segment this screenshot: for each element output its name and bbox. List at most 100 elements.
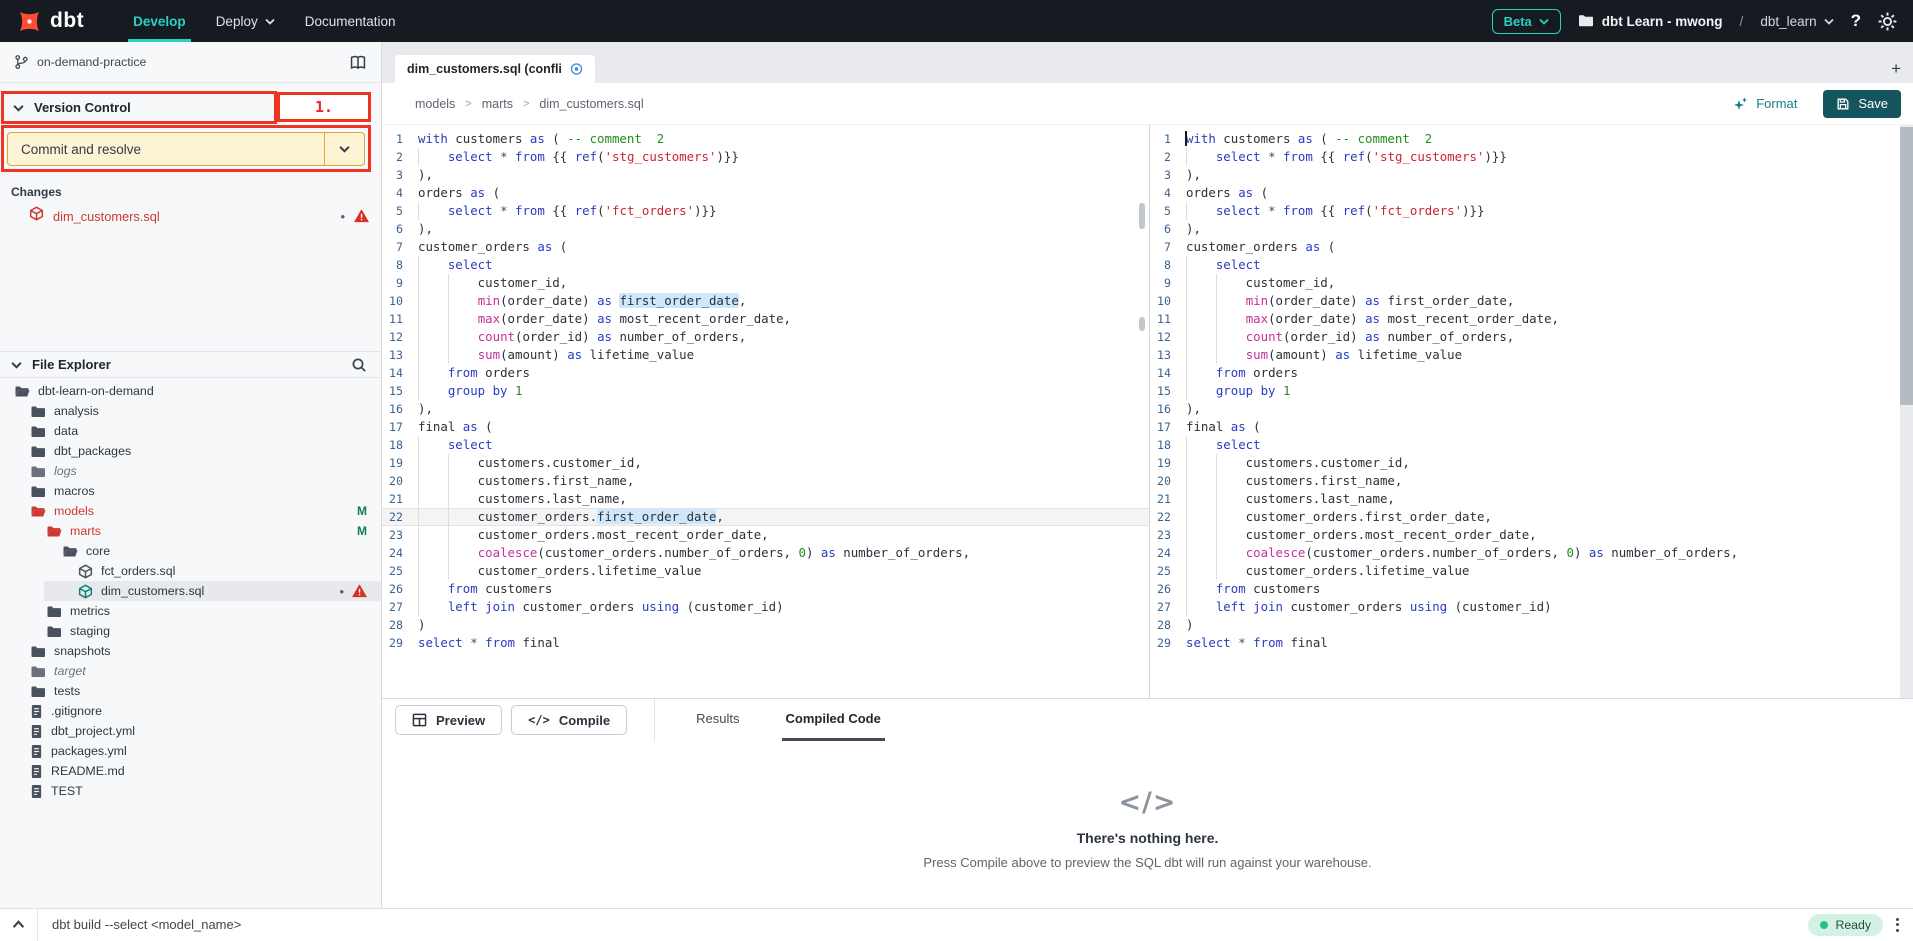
tree-item-metrics[interactable]: metrics xyxy=(0,601,381,621)
code-line-19: 19 customers.customer_id, xyxy=(382,454,1149,472)
docs-book-icon[interactable] xyxy=(349,55,367,70)
kebab-menu-icon[interactable] xyxy=(1896,918,1899,932)
code-line-7: 7customer_orders as ( xyxy=(1150,238,1913,256)
conflict-warning-icon xyxy=(352,584,367,598)
tree-item-tests[interactable]: tests xyxy=(0,681,381,701)
tree-item-macros[interactable]: macros xyxy=(0,481,381,501)
tree-item-models[interactable]: modelsM xyxy=(0,501,381,521)
changes-title: Changes xyxy=(11,185,62,199)
tab-compiled-code[interactable]: Compiled Code xyxy=(782,699,885,741)
search-icon[interactable] xyxy=(351,357,367,373)
tree-item-dbt-project-yml[interactable]: dbt_project.yml xyxy=(0,721,381,741)
nav-item-deploy[interactable]: Deploy xyxy=(201,0,290,42)
expand-command-bar-icon[interactable] xyxy=(12,920,25,929)
breadcrumb-separator: > xyxy=(465,98,471,110)
chevron-down-icon xyxy=(11,361,22,369)
code-line-2: 2 select * from {{ ref('stg_customers')}… xyxy=(1150,148,1913,166)
new-tab-button[interactable]: + xyxy=(1891,60,1901,77)
environment-dropdown[interactable]: dbt_learn xyxy=(1760,14,1833,29)
model-cube-icon xyxy=(78,584,93,599)
preview-button[interactable]: Preview xyxy=(395,705,502,735)
code-line-7: 7customer_orders as ( xyxy=(382,238,1149,256)
tree-item-marts[interactable]: martsM xyxy=(0,521,381,541)
gear-icon[interactable] xyxy=(1878,12,1897,31)
dbt-logo[interactable]: dbt xyxy=(16,8,84,35)
tree-item-label: tests xyxy=(54,684,80,698)
format-button[interactable]: Format xyxy=(1732,96,1797,112)
chevron-down-icon xyxy=(13,104,24,112)
top-nav: dbt Develop Deploy Documentation Beta db… xyxy=(0,0,1913,42)
breadcrumb-file[interactable]: dim_customers.sql xyxy=(539,97,643,111)
breadcrumb-marts[interactable]: marts xyxy=(482,97,513,111)
code-line-28: 28) xyxy=(1150,616,1913,634)
folder-icon xyxy=(62,544,78,559)
tree-item-label: data xyxy=(54,424,78,438)
tree-item-analysis[interactable]: analysis xyxy=(0,401,381,421)
code-line-3: 3), xyxy=(382,166,1149,184)
code-line-11: 11 max(order_date) as most_recent_order_… xyxy=(382,310,1149,328)
breadcrumb-models[interactable]: models xyxy=(415,97,455,111)
commit-and-resolve-button[interactable]: Commit and resolve xyxy=(7,132,365,166)
compile-button[interactable]: </> Compile xyxy=(511,705,627,735)
tree-item-readme-md[interactable]: README.md xyxy=(0,761,381,781)
code-line-4: 4orders as ( xyxy=(382,184,1149,202)
tree-item-label: snapshots xyxy=(54,644,110,658)
file-icon xyxy=(30,704,43,719)
save-button[interactable]: Save xyxy=(1823,90,1901,118)
modified-badge: M xyxy=(357,524,367,538)
editor-pane-left[interactable]: 1with customers as ( -- comment 22 selec… xyxy=(382,125,1150,698)
tree-item-fct-orders-sql[interactable]: fct_orders.sql xyxy=(0,561,381,581)
code-line-28: 28) xyxy=(382,616,1149,634)
tree-item-label: analysis xyxy=(54,404,99,418)
version-control-header[interactable]: Version Control xyxy=(0,91,277,124)
path-separator: / xyxy=(1740,14,1744,29)
sparkles-icon xyxy=(1732,96,1748,112)
code-line-17: 17final as ( xyxy=(1150,418,1913,436)
code-line-26: 26 from customers xyxy=(382,580,1149,598)
code-line-4: 4orders as ( xyxy=(1150,184,1913,202)
tree-item-snapshots[interactable]: snapshots xyxy=(0,641,381,661)
tree-item-dim-customers-sql[interactable]: dim_customers.sql• xyxy=(0,581,381,601)
code-line-16: 16), xyxy=(382,400,1149,418)
tree-item-dbt-packages[interactable]: dbt_packages xyxy=(0,441,381,461)
code-line-16: 16), xyxy=(1150,400,1913,418)
tree-item--gitignore[interactable]: .gitignore xyxy=(0,701,381,721)
tree-item-dbt-learn-on-demand[interactable]: dbt-learn-on-demand xyxy=(0,381,381,401)
commit-dropdown-caret[interactable] xyxy=(324,133,364,165)
tree-item-target[interactable]: target xyxy=(0,661,381,681)
tree-item-logs[interactable]: logs xyxy=(0,461,381,481)
annotation-label: 1. xyxy=(277,92,371,122)
breadcrumb-bar: models > marts > dim_customers.sql Forma… xyxy=(382,83,1913,125)
file-explorer-header[interactable]: File Explorer xyxy=(0,351,381,378)
code-line-6: 6), xyxy=(1150,220,1913,238)
file-icon xyxy=(30,764,43,779)
folder-icon xyxy=(14,384,30,399)
tree-item-core[interactable]: core xyxy=(0,541,381,561)
folder-icon xyxy=(1578,14,1594,28)
nav-item-develop[interactable]: Develop xyxy=(118,0,201,42)
code-line-8: 8 select xyxy=(1150,256,1913,274)
chevron-down-icon xyxy=(339,145,350,153)
code-line-25: 25 customer_orders.lifetime_value xyxy=(382,562,1149,580)
code-line-19: 19 customers.customer_id, xyxy=(1150,454,1913,472)
code-line-27: 27 left join customer_orders using (cust… xyxy=(1150,598,1913,616)
editor-pane-right[interactable]: 1with customers as ( -- comment 22 selec… xyxy=(1150,125,1913,698)
tree-item-label: .gitignore xyxy=(51,704,102,718)
branch-bar: on-demand-practice xyxy=(0,42,381,83)
beta-dropdown[interactable]: Beta xyxy=(1492,9,1561,34)
help-icon[interactable]: ? xyxy=(1851,11,1861,31)
tree-item-staging[interactable]: staging xyxy=(0,621,381,641)
tree-item-label: dim_customers.sql xyxy=(101,584,204,598)
project-name: dbt Learn - mwong xyxy=(1578,14,1723,29)
code-line-22: 22 customer_orders.first_order_date, xyxy=(382,508,1149,526)
tab-results[interactable]: Results xyxy=(692,699,743,741)
code-line-6: 6), xyxy=(382,220,1149,238)
tab-dim-customers[interactable]: dim_customers.sql (confli... xyxy=(395,55,595,83)
tree-item-data[interactable]: data xyxy=(0,421,381,441)
tree-item-packages-yml[interactable]: packages.yml xyxy=(0,741,381,761)
tree-item-test[interactable]: TEST xyxy=(0,781,381,801)
nav-item-documentation[interactable]: Documentation xyxy=(290,0,411,42)
command-input[interactable]: dbt build --select <model_name> xyxy=(52,917,241,932)
changed-file-dim-customers[interactable]: dim_customers.sql • xyxy=(0,203,381,229)
folder-icon xyxy=(30,664,46,679)
